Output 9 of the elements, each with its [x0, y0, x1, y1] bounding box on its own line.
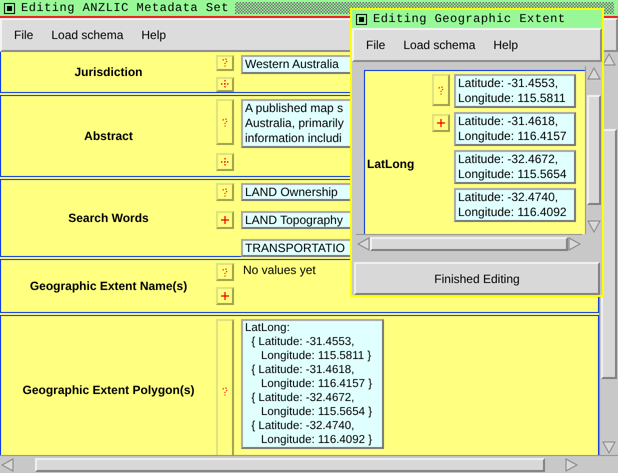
- field-label: LatLong: [366, 156, 416, 173]
- window-title: Editing ANZLIC Metadata Set: [21, 1, 229, 15]
- field-label: Geographic Extent Polygon(s): [21, 382, 196, 399]
- field-label: Jurisdiction: [73, 64, 144, 81]
- field-label: Geographic Extent Name(s): [28, 278, 188, 295]
- window-title: Editing Geographic Extent: [373, 12, 566, 26]
- field-label: Abstract: [83, 128, 134, 145]
- empty-message: No values yet: [242, 263, 316, 277]
- field-label: Search Words: [67, 210, 150, 227]
